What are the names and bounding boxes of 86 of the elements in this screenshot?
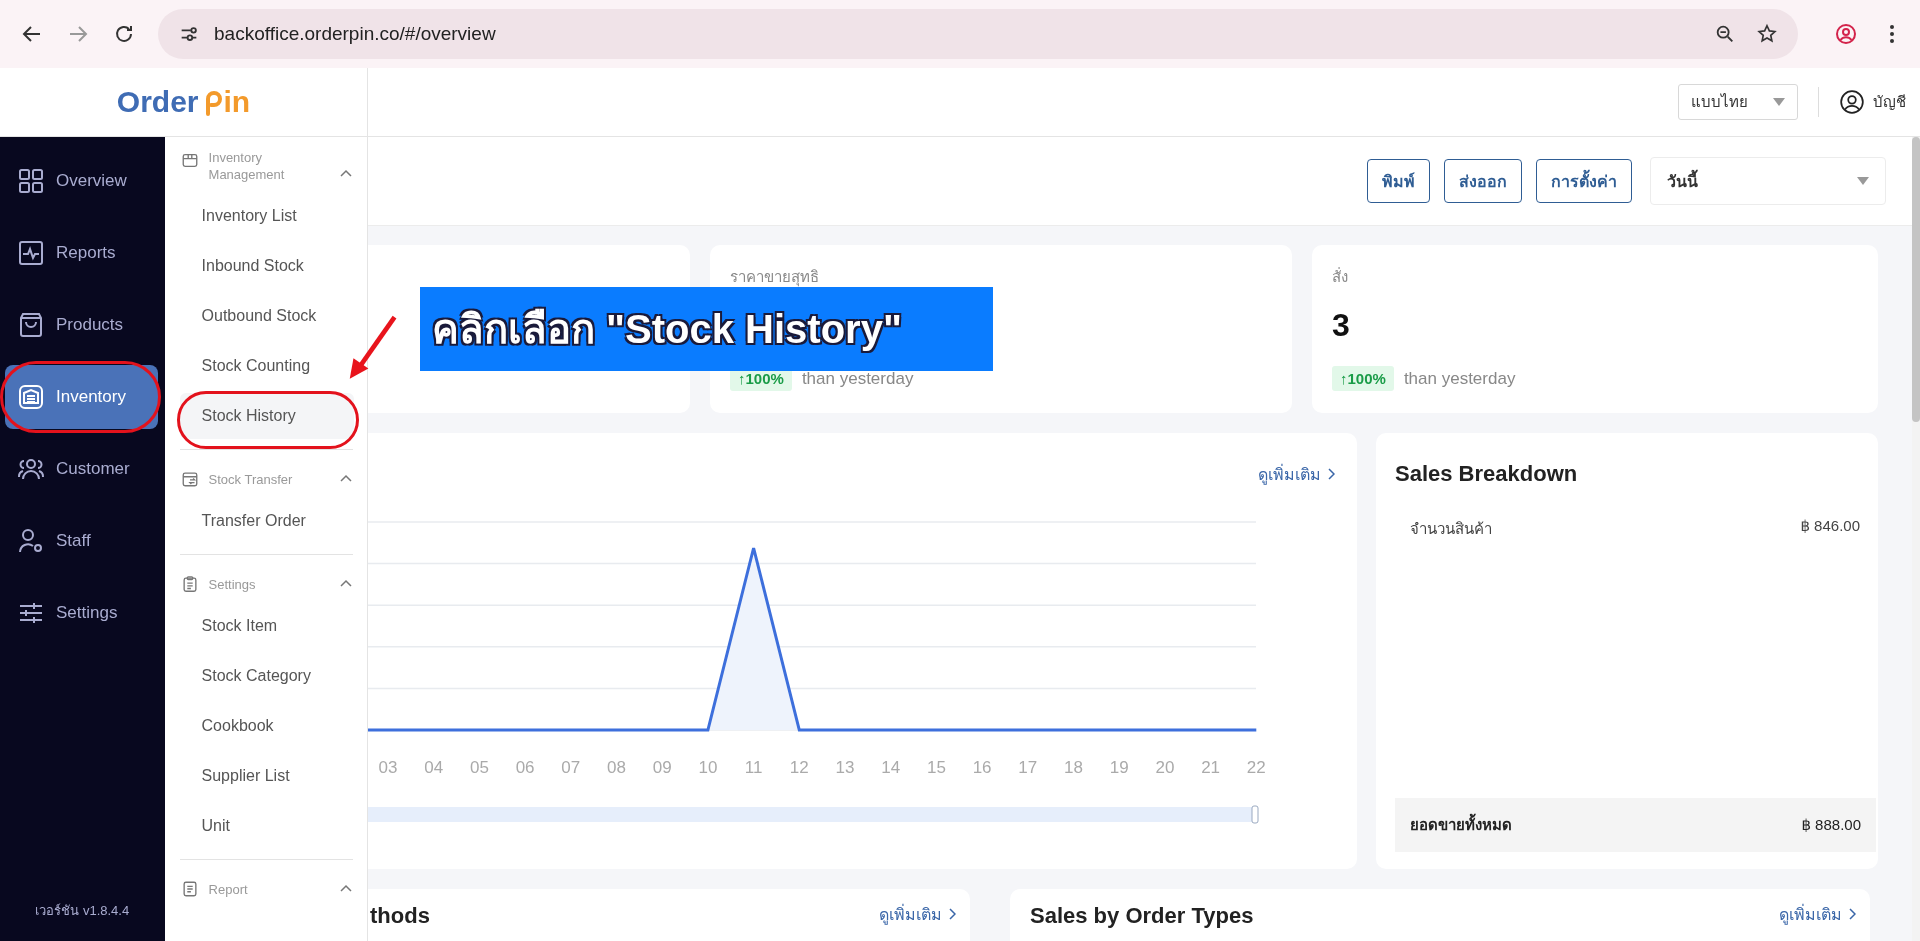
row-label: จำนวนสินค้า: [1410, 519, 1492, 539]
sidebar-item[interactable]: Settings: [5, 581, 158, 645]
chevron-icon: [948, 908, 956, 920]
zoom-out-icon[interactable]: [1714, 23, 1736, 45]
axis-label: 16: [972, 758, 992, 777]
axis-label: 14: [881, 758, 901, 777]
logo-text: in: [223, 85, 251, 119]
url-text: backoffice.orderpin.co/#/overview: [214, 23, 496, 45]
calendar-icon: [180, 470, 199, 488]
card-title: Sales by Order Types: [1030, 903, 1254, 929]
card-title: Sales Breakdown: [1395, 461, 1579, 487]
user-gear-icon: [17, 527, 45, 555]
scrollbar[interactable]: [1912, 137, 1920, 941]
stat-value: 3: [1332, 307, 1351, 344]
star-icon[interactable]: [1756, 23, 1778, 45]
box-icon: [180, 151, 199, 169]
submenu-item[interactable]: Unit: [179, 803, 354, 849]
toolbar-button[interactable]: พิมพ์: [1367, 159, 1430, 203]
axis-label: 15: [926, 758, 946, 777]
axis-label: 12: [789, 758, 809, 777]
axis-label: 20: [1155, 758, 1175, 777]
chevron-icon: [1327, 468, 1335, 480]
period-select[interactable]: วันนี้: [1650, 157, 1886, 205]
user-icon: [1839, 89, 1865, 115]
grid-icon: [17, 167, 45, 195]
submenu-item[interactable]: Stock History: [179, 393, 354, 439]
axis-label: 22: [1246, 758, 1266, 777]
axis-label: 19: [1109, 758, 1129, 777]
language-select[interactable]: แบบไทย: [1678, 84, 1798, 120]
chevron-icon: [1848, 908, 1856, 920]
annotation-callout: คลิกเลือก "Stock History": [420, 287, 993, 371]
card-title: thods: [370, 903, 430, 929]
sidebar-item[interactable]: Overview: [5, 149, 158, 213]
caret-icon: [1857, 177, 1869, 185]
total-amount: ฿ 888.00: [1801, 816, 1861, 834]
see-more-link[interactable]: ดูเพิ่มเติม: [1779, 903, 1856, 925]
see-more-link[interactable]: ดูเพิ่มเติม: [1258, 463, 1335, 485]
toolbar-button[interactable]: ส่งออก: [1444, 159, 1522, 203]
sidebar-item[interactable]: Customer: [5, 437, 158, 501]
submenu-item[interactable]: Outbound Stock: [179, 293, 354, 339]
profile-icon[interactable]: [1834, 22, 1858, 46]
axis-label: 04: [424, 758, 444, 777]
address-bar[interactable]: backoffice.orderpin.co/#/overview: [158, 9, 1798, 59]
caret-icon: [1773, 98, 1785, 106]
submenu-item[interactable]: Inbound Stock: [179, 243, 354, 289]
pulse-icon: [17, 239, 45, 267]
axis-label: 13: [835, 758, 855, 777]
sidebar-item[interactable]: Staff: [5, 509, 158, 573]
document-icon: [180, 880, 199, 898]
stat-label: สั่ง: [1332, 266, 1349, 287]
axis-label: 18: [1064, 758, 1083, 777]
see-more-link[interactable]: ดูเพิ่มเติม: [879, 903, 956, 925]
range-slider[interactable]: [368, 805, 1259, 824]
comparison-text: than yesterday: [1403, 368, 1516, 389]
stat-label: ราคาขายสุทธิ: [730, 267, 820, 289]
submenu-item[interactable]: Supplier List: [179, 753, 354, 799]
change-badge: ↑100%: [1332, 366, 1394, 391]
bag-icon: [17, 311, 45, 339]
axis-label: 21: [1201, 758, 1221, 777]
submenu-item[interactable]: Stock Item: [179, 603, 354, 649]
axis-label: 03: [378, 758, 398, 777]
submenu-item[interactable]: Stock Counting: [179, 343, 354, 389]
submenu-item[interactable]: Inventory List: [179, 193, 354, 239]
axis-label: 11: [744, 758, 763, 777]
axis-label: 08: [607, 758, 626, 777]
sidebar-item[interactable]: Reports: [5, 221, 158, 285]
sidebar-item[interactable]: Products: [5, 293, 158, 357]
axis-label: 10: [698, 758, 718, 777]
axis-label: 05: [469, 758, 489, 777]
axis-label: 17: [1018, 758, 1038, 777]
axis-label: 09: [652, 758, 672, 777]
clipboard-icon: [180, 575, 199, 593]
submenu-item[interactable]: Cookbook: [179, 703, 354, 749]
warehouse-icon: [17, 383, 45, 411]
axis-label: 07: [561, 758, 581, 777]
axis-label: 06: [515, 758, 535, 777]
row-amount: ฿ 846.00: [1800, 517, 1860, 536]
version-label: เวอร์ชัน v1.8.4.4: [34, 902, 131, 920]
submenu-item[interactable]: Transfer Order: [179, 498, 354, 544]
toolbar-button[interactable]: การตั้งค่า: [1536, 159, 1632, 203]
total-label: ยอดขายทั้งหมด: [1410, 813, 1512, 837]
comparison-text: than yesterday: [801, 368, 914, 389]
sidebar-item[interactable]: Inventory: [5, 365, 158, 429]
logo-text: Order: [116, 85, 199, 119]
account-button[interactable]: บัญชี: [1839, 89, 1906, 115]
submenu-item[interactable]: Stock Category: [179, 653, 354, 699]
